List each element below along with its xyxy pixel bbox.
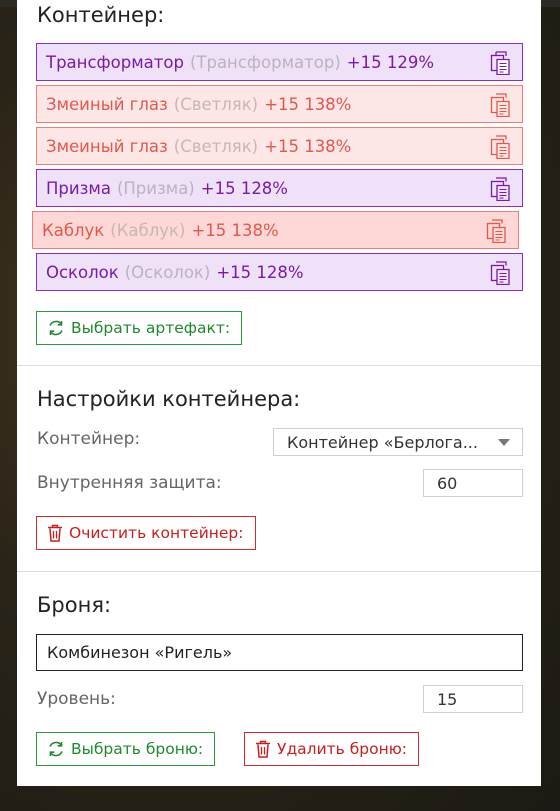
- artifact-slot-1[interactable]: Трансформатор (Трансформатор) +15 129%: [36, 43, 523, 81]
- protection-value: 60: [437, 473, 458, 493]
- armor-name-value: Комбинезон «Ригель»: [47, 643, 233, 662]
- artifact-slot-2[interactable]: Змеиный глаз (Светляк) +15 138%: [36, 85, 523, 123]
- build-panel: Контейнер: Трансформатор (Трансформатор)…: [17, 0, 541, 786]
- settings-title: Настройки контейнера:: [37, 387, 301, 411]
- select-artifact-label: Выбрать артефакт:: [71, 319, 231, 337]
- artifact-original-name: (Осколок): [124, 262, 211, 282]
- artifact-original-name: (Светляк): [173, 94, 259, 114]
- artifact-name: Трансформатор: [46, 52, 184, 72]
- artifact-original-name: (Призма): [116, 178, 195, 198]
- container-select-value: Контейнер «Берлога...: [287, 432, 478, 452]
- select-artifact-button[interactable]: Выбрать артефакт:: [36, 311, 243, 345]
- artifact-name: Осколок: [46, 262, 119, 282]
- divider: [17, 365, 541, 366]
- artifact-bonus: +15 128%: [216, 262, 304, 282]
- container-title: Контейнер:: [37, 3, 165, 27]
- select-armor-button[interactable]: Выбрать броню:: [36, 732, 216, 766]
- clear-container-label: Очистить контейнер:: [69, 524, 244, 542]
- copy-icon[interactable]: [490, 93, 512, 117]
- artifact-name: Призма: [46, 178, 111, 198]
- copy-icon[interactable]: [490, 51, 512, 75]
- protection-label: Внутренняя защита:: [37, 473, 222, 493]
- artifact-name: Змеиный глаз: [46, 136, 168, 156]
- trash-icon: [48, 524, 62, 542]
- copy-icon[interactable]: [490, 261, 512, 285]
- refresh-icon: [49, 320, 63, 336]
- delete-armor-label: Удалить броню:: [277, 740, 408, 758]
- level-label: Уровень:: [37, 689, 116, 709]
- artifact-slot-6[interactable]: Осколок (Осколок) +15 128%: [36, 253, 523, 291]
- artifact-name: Каблук: [42, 220, 105, 240]
- container-select-label: Контейнер:: [37, 429, 141, 449]
- protection-input[interactable]: 60: [423, 469, 523, 497]
- trash-icon: [256, 740, 270, 758]
- copy-icon[interactable]: [490, 135, 512, 159]
- artifact-original-name: (Трансформатор): [189, 52, 341, 72]
- artifact-bonus: +15 138%: [264, 136, 352, 156]
- armor-name-input[interactable]: Комбинезон «Ригель»: [36, 634, 523, 671]
- artifact-original-name: (Каблук): [110, 220, 186, 240]
- container-select[interactable]: Контейнер «Берлога...: [273, 428, 523, 456]
- artifact-bonus: +15 138%: [191, 220, 279, 240]
- armor-title: Броня:: [37, 593, 112, 617]
- chevron-down-icon: [498, 439, 510, 446]
- artifact-bonus: +15 138%: [264, 94, 352, 114]
- clear-container-button[interactable]: Очистить контейнер:: [36, 516, 256, 550]
- artifact-bonus: +15 128%: [200, 178, 288, 198]
- artifact-original-name: (Светляк): [173, 136, 259, 156]
- delete-armor-button[interactable]: Удалить броню:: [244, 732, 420, 766]
- select-armor-label: Выбрать броню:: [71, 740, 204, 758]
- artifact-slot-3[interactable]: Змеиный глаз (Светляк) +15 138%: [36, 127, 523, 165]
- artifact-slot-5[interactable]: Каблук (Каблук) +15 138%: [32, 211, 519, 249]
- refresh-icon: [49, 741, 63, 757]
- copy-icon[interactable]: [486, 219, 508, 243]
- artifact-slot-4[interactable]: Призма (Призма) +15 128%: [36, 169, 523, 207]
- divider: [17, 571, 541, 572]
- level-input[interactable]: 15: [423, 685, 523, 713]
- artifact-name: Змеиный глаз: [46, 94, 168, 114]
- copy-icon[interactable]: [490, 177, 512, 201]
- level-value: 15: [437, 689, 458, 709]
- artifact-bonus: +15 129%: [346, 52, 435, 72]
